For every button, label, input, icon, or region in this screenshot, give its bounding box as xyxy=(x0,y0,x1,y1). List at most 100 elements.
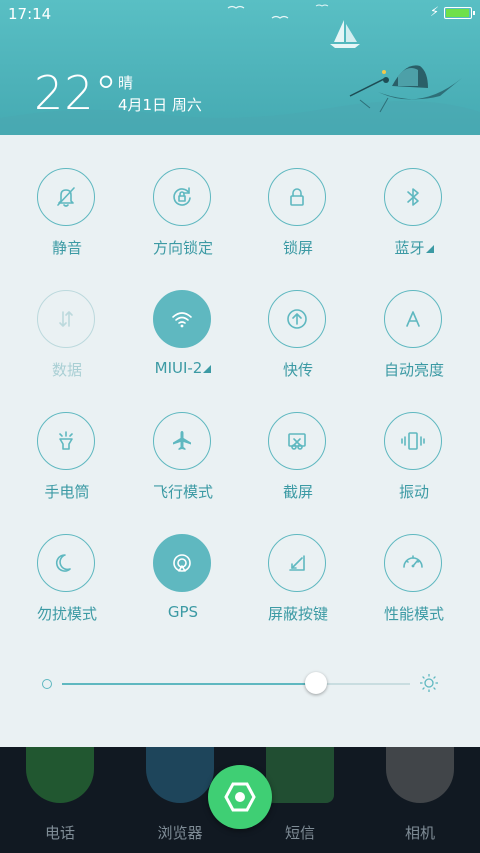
submenu-indicator-icon xyxy=(425,245,434,253)
toggle-label-text: 勿扰模式 xyxy=(36,605,97,623)
toggle-label-text: 快传 xyxy=(282,361,313,379)
toggle-label: 静音 xyxy=(9,237,125,258)
toggle-button[interactable] xyxy=(268,534,326,592)
toggle-label-text: GPS xyxy=(167,603,199,621)
gps-icon xyxy=(173,554,191,572)
toggle-flashlight[interactable]: 手电筒 xyxy=(9,412,125,534)
toggle-button[interactable] xyxy=(268,412,326,470)
toggle-label-text: 蓝牙 xyxy=(394,239,425,257)
toggle-bluetooth[interactable]: 蓝牙 xyxy=(356,168,472,290)
toggle-airplane[interactable]: 飞行模式 xyxy=(125,412,241,534)
dock-app-label: 电话 xyxy=(44,824,75,842)
toggle-label: 方向锁定 xyxy=(125,237,241,258)
toggle-button[interactable] xyxy=(153,534,211,592)
toggle-label: MIUI-2 xyxy=(125,359,241,377)
toggle-label-text: 飞行模式 xyxy=(152,483,213,501)
home-fab-button[interactable] xyxy=(208,765,272,829)
vibrate-icon xyxy=(401,432,425,450)
toggle-gps[interactable]: GPS xyxy=(125,534,241,656)
status-bar: 17:14 ⚡ xyxy=(0,0,480,28)
toggle-label-text: 截屏 xyxy=(282,483,313,501)
toggle-button[interactable] xyxy=(153,168,211,226)
toggle-label-text: 振动 xyxy=(398,483,429,501)
phone-icon xyxy=(26,747,94,803)
toggle-label: 快传 xyxy=(240,359,356,380)
toggle-lock[interactable]: 锁屏 xyxy=(240,168,356,290)
brightness-high-icon xyxy=(420,674,438,692)
clock: 17:14 xyxy=(8,5,52,23)
toggle-button[interactable] xyxy=(153,412,211,470)
airplane-icon xyxy=(173,431,191,450)
browser-icon xyxy=(146,747,214,803)
dock-app-camera[interactable]: 相机 xyxy=(360,747,480,853)
speedometer-icon xyxy=(403,555,423,568)
dock-app-label: 浏览器 xyxy=(157,824,203,842)
toggle-button[interactable] xyxy=(384,534,442,592)
rotation-lock-icon xyxy=(173,187,191,206)
bell-off-icon xyxy=(57,187,75,207)
toggle-label: 飞行模式 xyxy=(125,481,241,502)
toggle-label: 锁屏 xyxy=(240,237,356,258)
toggle-label-text: 锁屏 xyxy=(282,239,313,257)
toggle-label: 勿扰模式 xyxy=(9,603,125,624)
bluetooth-icon xyxy=(407,188,419,206)
toggle-button[interactable] xyxy=(37,534,95,592)
upload-icon xyxy=(287,309,307,329)
toggle-label-text: 方向锁定 xyxy=(152,239,213,257)
toggle-button[interactable] xyxy=(268,290,326,348)
toggle-button[interactable] xyxy=(384,290,442,348)
toggle-upload[interactable]: 快传 xyxy=(240,290,356,412)
toggle-button[interactable] xyxy=(37,290,95,348)
data-arrows-icon xyxy=(59,311,73,327)
dock-app-label: 相机 xyxy=(404,824,435,842)
dock-app-label: 短信 xyxy=(284,824,315,842)
toggle-button[interactable] xyxy=(268,168,326,226)
toggle-label: 性能模式 xyxy=(356,603,472,624)
temperature: 22° xyxy=(34,66,119,120)
toggle-vibrate[interactable]: 振动 xyxy=(356,412,472,534)
dock-app-phone[interactable]: 电话 xyxy=(0,747,120,853)
battery-icon xyxy=(444,7,475,19)
toggle-button[interactable] xyxy=(384,412,442,470)
toggle-label-text: 静音 xyxy=(51,239,82,257)
toggle-auto-brightness[interactable]: 自动亮度 xyxy=(356,290,472,412)
toggle-button[interactable] xyxy=(384,168,442,226)
brightness-low-icon xyxy=(42,679,52,689)
toggle-label-text: 自动亮度 xyxy=(383,361,444,379)
moon-icon xyxy=(55,554,71,572)
auto-brightness-icon xyxy=(406,311,420,327)
toggle-label: 屏蔽按键 xyxy=(240,603,356,624)
brightness-slider-thumb[interactable] xyxy=(305,672,328,694)
toggle-label-text: 性能模式 xyxy=(383,605,444,623)
date-label: 4月1日 周六 xyxy=(118,96,202,114)
toggle-button[interactable] xyxy=(37,168,95,226)
wifi-icon xyxy=(172,312,192,328)
lock-icon xyxy=(290,188,304,206)
brightness-slider[interactable] xyxy=(62,683,410,685)
toggle-wifi[interactable]: MIUI-2 xyxy=(125,290,241,412)
toggle-screenshot[interactable]: 截屏 xyxy=(240,412,356,534)
toggle-block-keys[interactable]: 屏蔽按键 xyxy=(240,534,356,656)
toggle-moon[interactable]: 勿扰模式 xyxy=(9,534,125,656)
toggle-label: 蓝牙 xyxy=(356,237,472,258)
charging-icon: ⚡ xyxy=(430,5,440,20)
weather-header: 17:14 ⚡ 22° 晴 4月1日 周六 xyxy=(0,0,480,135)
toggle-label: 截屏 xyxy=(240,481,356,502)
toggle-label: GPS xyxy=(125,603,241,621)
toggle-speedometer[interactable]: 性能模式 xyxy=(356,534,472,656)
toggle-label: 数据 xyxy=(9,359,125,380)
quick-settings-panel: 静音 方向锁定 锁屏 蓝牙数据 MIUI-2 快传 自动亮度手电筒 飞行模式 截屏 振动勿扰模式 G… xyxy=(0,135,480,747)
camera-icon xyxy=(386,747,454,803)
submenu-indicator-icon xyxy=(203,365,212,373)
toggle-bell-off[interactable]: 静音 xyxy=(9,168,125,290)
flashlight-icon xyxy=(59,431,73,450)
toggle-button[interactable] xyxy=(153,290,211,348)
toggle-label: 自动亮度 xyxy=(356,359,472,380)
toggle-label: 振动 xyxy=(356,481,472,502)
toggle-data-arrows[interactable]: 数据 xyxy=(9,290,125,412)
toggle-label-text: 数据 xyxy=(51,361,82,379)
block-keys-icon xyxy=(289,555,305,571)
toggle-rotation-lock[interactable]: 方向锁定 xyxy=(125,168,241,290)
toggle-label-text: 屏蔽按键 xyxy=(267,605,328,623)
toggle-button[interactable] xyxy=(37,412,95,470)
